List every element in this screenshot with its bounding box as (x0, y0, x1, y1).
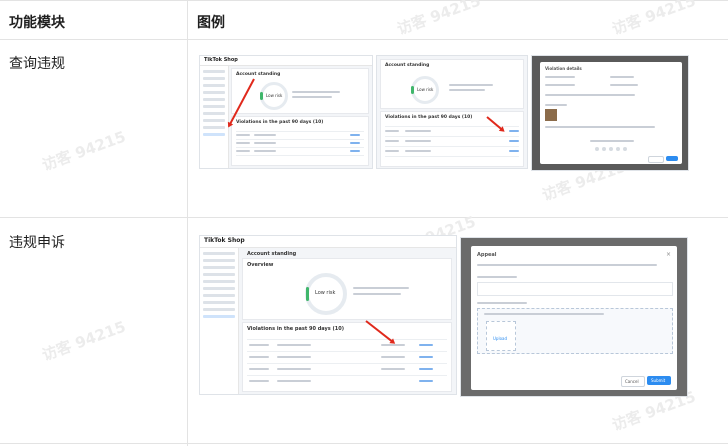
cancel-button: Cancel (621, 376, 645, 387)
header-example: 图例 (197, 15, 225, 31)
header-divider (0, 39, 728, 40)
screenshot-appeal-modal: Appeal × Upload Cancel Submit (460, 237, 688, 397)
mini-sidebar (200, 66, 229, 168)
close-icon: × (665, 251, 671, 258)
watermark: 访客 94215 (394, 0, 484, 39)
mini-violations-title: Violations in the past 90 days (10) (385, 115, 473, 120)
upload-area: Upload (477, 308, 673, 354)
cancel-label: Cancel (625, 379, 639, 384)
watermark: 访客 94215 (39, 317, 129, 365)
screenshot-account-standing: TikTok Shop Account standing Low risk Vi… (199, 55, 373, 169)
submit-label: Submit (651, 378, 666, 383)
mini-overview-title: Overview (247, 262, 274, 268)
submit-button: Submit (647, 376, 671, 385)
risk-label: Low risk (315, 290, 336, 296)
mini-page-title: Account standing (385, 63, 430, 68)
mini-page-title: Account standing (236, 72, 281, 77)
screenshot-violation-detail-modal: Violation details (531, 55, 689, 171)
risk-label: Low risk (266, 93, 283, 98)
brand-logo: TikTok Shop (204, 57, 238, 63)
mini-violations-title: Violations in the past 90 days (10) (247, 326, 344, 332)
row-divider (0, 217, 728, 218)
upload-label: Upload (493, 336, 508, 341)
watermark: 访客 94215 (39, 127, 129, 175)
watermark: 访客 94215 (609, 0, 699, 39)
table-border-bottom (0, 443, 728, 444)
screenshot-violations-list: Account standing Low risk Violations in … (376, 55, 528, 169)
appeal-modal-title: Appeal (477, 252, 497, 258)
mini-violations-title: Violations in the past 90 days (10) (236, 120, 324, 125)
table-border-top (0, 0, 728, 1)
column-divider (187, 0, 188, 446)
feature-table: 功能模块 图例 查询违规 违规申诉 访客 94215 访客 94215 访客 9… (0, 0, 728, 446)
brand-logo: TikTok Shop (204, 237, 245, 244)
row-label-violation-appeal: 违规申诉 (9, 235, 65, 251)
header-module: 功能模块 (9, 15, 65, 31)
risk-label: Low risk (417, 87, 434, 92)
row-label-query-violation: 查询违规 (9, 56, 65, 72)
mini-page-title: Account standing (247, 251, 297, 257)
screenshot-appeal-entry: TikTok Shop Account standing Overview Lo… (199, 235, 457, 395)
